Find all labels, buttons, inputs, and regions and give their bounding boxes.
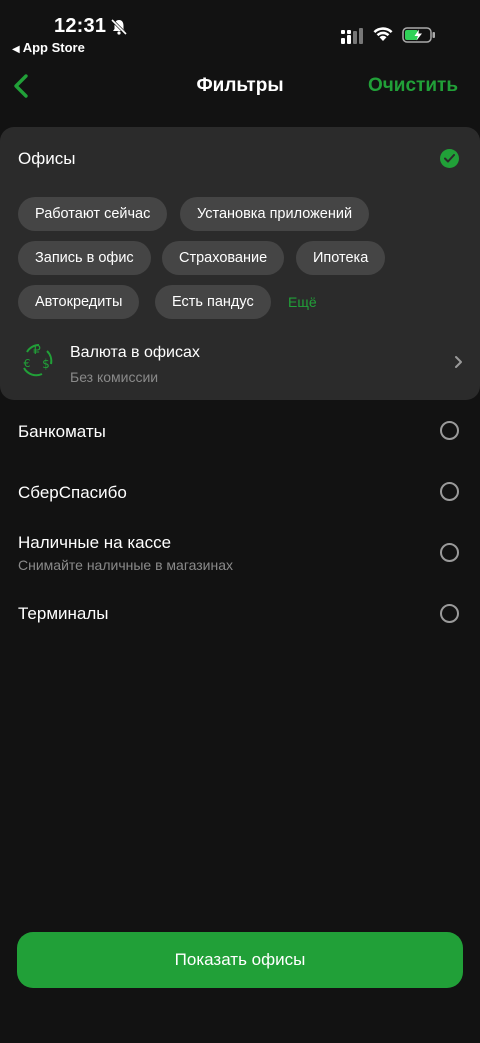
chip-open-now[interactable]: Работают сейчас xyxy=(18,197,168,231)
row-radio[interactable] xyxy=(440,482,459,501)
back-triangle-icon: ◀ xyxy=(12,44,20,55)
currency-exchange-icon: ₽ € $ xyxy=(23,343,53,377)
chip-ramp[interactable]: Есть пандус xyxy=(155,285,271,319)
offices-checkbox[interactable] xyxy=(440,149,459,168)
status-time: 12:31 xyxy=(54,15,107,37)
filter-row-atms[interactable]: Банкоматы xyxy=(0,412,480,452)
currency-title: Валюта в офисах xyxy=(70,344,200,361)
row-title: Наличные на кассе xyxy=(18,533,172,552)
wifi-icon xyxy=(373,27,393,41)
row-title: Банкоматы xyxy=(18,422,106,441)
chip-office-appointment[interactable]: Запись в офис xyxy=(18,241,151,275)
row-subtitle: Снимайте наличные в магазинах xyxy=(18,557,234,573)
chevron-right-icon xyxy=(455,356,462,368)
currency-in-offices-row[interactable]: ₽ € $ Валюта в офисах Без комиссии xyxy=(0,340,480,396)
battery-charging-icon xyxy=(402,27,435,43)
svg-text:€: € xyxy=(24,357,31,370)
show-offices-button[interactable]: Показать офисы xyxy=(17,932,463,988)
chip-mortgage[interactable]: Ипотека xyxy=(296,241,386,275)
svg-text:₽: ₽ xyxy=(33,343,41,357)
checkmark-icon xyxy=(444,154,455,163)
clear-button[interactable]: Очистить xyxy=(368,75,458,97)
cellular-signal-icon xyxy=(341,28,363,44)
chip-app-installation[interactable]: Установка приложений xyxy=(180,197,370,231)
filter-row-cash-at-checkout[interactable]: Наличные на кассе Снимайте наличные в ма… xyxy=(0,530,480,580)
offices-filter-card: Офисы Работают сейчас Установка приложен… xyxy=(0,127,480,400)
row-title: СберСпасибо xyxy=(18,483,127,502)
filter-row-terminals[interactable]: Терминалы xyxy=(0,594,480,634)
row-radio[interactable] xyxy=(440,421,459,440)
status-bar: 12:31 ◀ App Store xyxy=(0,0,480,62)
row-title: Терминалы xyxy=(18,604,109,623)
filter-row-sberspasibo[interactable]: СберСпасибо xyxy=(0,472,480,512)
row-radio[interactable] xyxy=(440,604,459,623)
currency-subtitle: Без комиссии xyxy=(70,369,159,385)
back-app-label: App Store xyxy=(22,40,85,55)
chip-insurance[interactable]: Страхование xyxy=(162,241,285,275)
svg-text:$: $ xyxy=(42,357,50,371)
offices-title[interactable]: Офисы xyxy=(18,149,75,169)
more-chips-link[interactable]: Ещё xyxy=(288,294,317,310)
bell-muted-icon xyxy=(110,18,128,36)
chip-car-loans[interactable]: Автокредиты xyxy=(18,285,140,319)
nav-bar: Фильтры Очистить xyxy=(0,62,480,112)
row-radio[interactable] xyxy=(440,543,459,562)
back-to-app-store-link[interactable]: ◀ App Store xyxy=(12,40,85,55)
